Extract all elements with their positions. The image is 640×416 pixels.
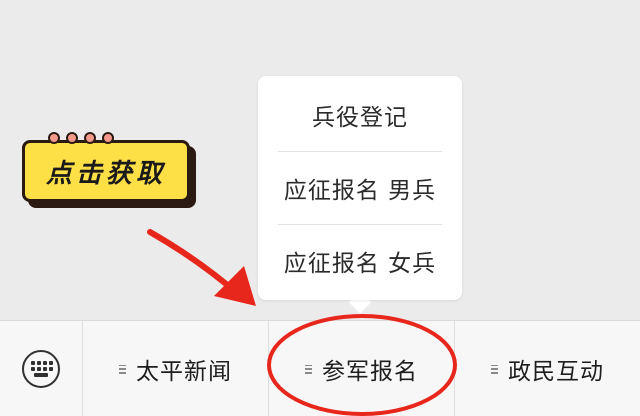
menu-item-label: 参军报名 bbox=[322, 359, 418, 385]
sticker-dot bbox=[66, 132, 78, 144]
submenu-item-label: 应征报名 男兵 bbox=[283, 178, 437, 204]
sticker-dot bbox=[84, 132, 96, 144]
menu-item-enlistment[interactable]: 参军报名 bbox=[268, 321, 454, 416]
bottom-menu-bar: 太平新闻 参军报名 政民互动 bbox=[0, 320, 640, 416]
keyboard-keys bbox=[31, 361, 53, 377]
keyboard-icon bbox=[22, 350, 60, 388]
promo-sticker: 点击获取 bbox=[22, 132, 196, 208]
sticker-text: 点击获取 bbox=[45, 158, 166, 189]
submenu-popup: 兵役登记 应征报名 男兵 应征报名 女兵 bbox=[258, 76, 462, 300]
sticker-dots bbox=[48, 132, 128, 146]
submenu-item-label: 兵役登记 bbox=[312, 104, 408, 131]
menu-item-label: 太平新闻 bbox=[136, 359, 232, 385]
keyboard-toggle-button[interactable] bbox=[0, 321, 82, 416]
chat-screen: 点击获取 兵役登记 应征报名 男兵 应征报名 女兵 太平新闻 参军报名 政民互动 bbox=[0, 0, 640, 416]
submenu-indicator-icon bbox=[305, 364, 312, 374]
menu-item-government-interaction[interactable]: 政民互动 bbox=[454, 321, 640, 416]
sticker-dot bbox=[102, 132, 114, 144]
submenu-item-female-enlistment[interactable]: 应征报名 女兵 bbox=[278, 224, 442, 297]
submenu-indicator-icon bbox=[491, 364, 498, 374]
arrow-shaft bbox=[147, 229, 241, 297]
menu-item-label: 政民互动 bbox=[508, 359, 604, 385]
submenu-item-label: 应征报名 女兵 bbox=[283, 251, 437, 277]
submenu-item-male-enlistment[interactable]: 应征报名 男兵 bbox=[278, 151, 442, 224]
sticker-face: 点击获取 bbox=[22, 140, 190, 202]
menu-item-taiping-news[interactable]: 太平新闻 bbox=[82, 321, 268, 416]
submenu-item-military-registration[interactable]: 兵役登记 bbox=[278, 78, 442, 151]
sticker-dot bbox=[48, 132, 60, 144]
arrow-head bbox=[214, 266, 256, 306]
submenu-indicator-icon bbox=[119, 364, 126, 374]
